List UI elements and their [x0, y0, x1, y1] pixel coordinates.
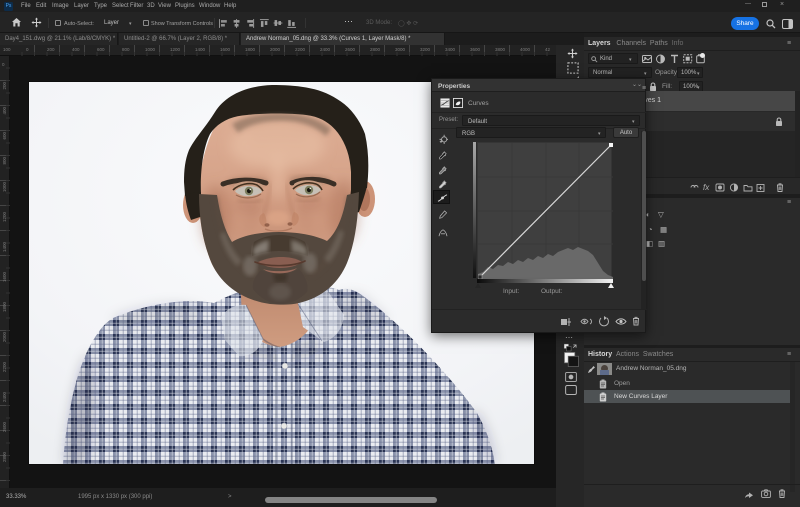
svg-text:fx: fx [703, 183, 710, 192]
